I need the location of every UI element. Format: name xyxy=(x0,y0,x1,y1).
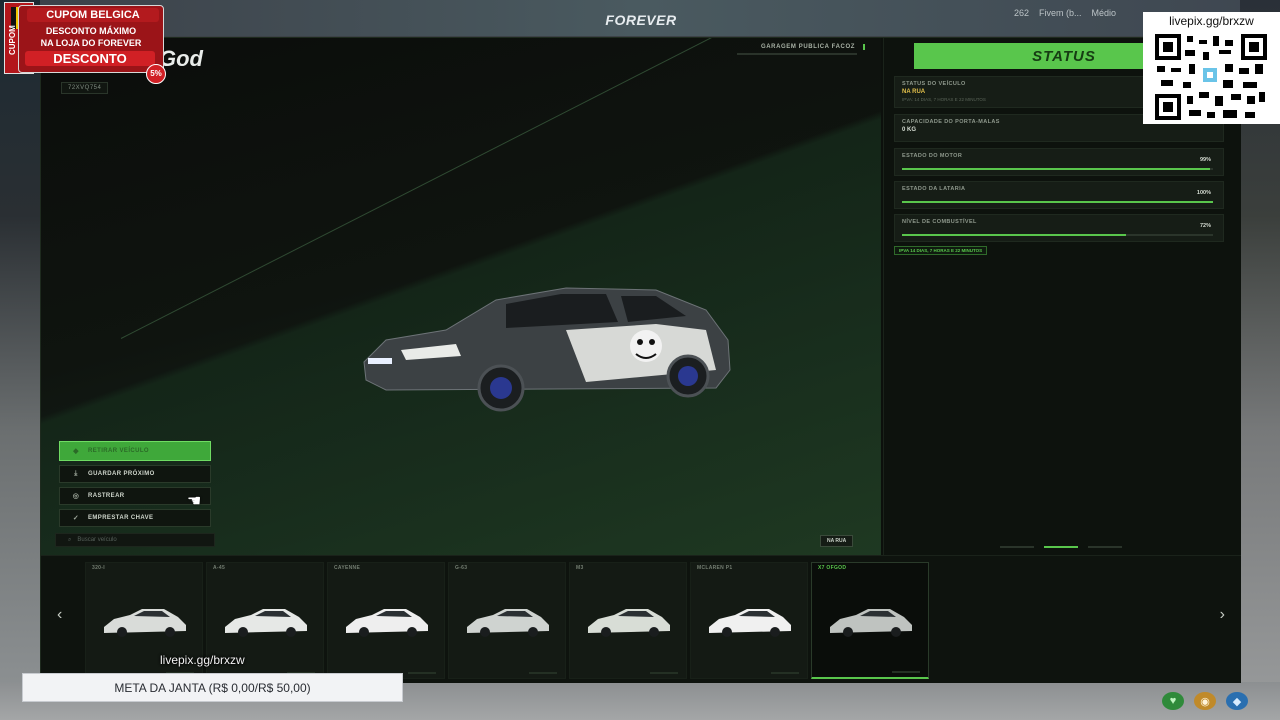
body-bar-fill xyxy=(902,201,1213,203)
card-label: ESTADO DA LATARIA xyxy=(902,186,966,192)
vehicle-card-bar xyxy=(408,672,436,674)
vehicle-card[interactable]: MCLAREN P1 xyxy=(690,562,808,679)
engine-state-card: ESTADO DO MOTOR 99% xyxy=(894,148,1224,176)
qr-panel: livepix.gg/brxzw xyxy=(1143,12,1280,124)
card-label: ESTADO DO MOTOR xyxy=(902,153,963,159)
hud-status-icons: ♥ ◉ ◆ xyxy=(1162,692,1248,710)
brand-title: God xyxy=(159,46,203,71)
ping-label: Médio xyxy=(1091,8,1117,18)
livepix-watermark: livepix.gg/brxzw xyxy=(160,653,245,667)
server-logo: FOREVER xyxy=(605,12,677,28)
hand-pointer-icon: ☚ xyxy=(187,493,202,510)
vehicle-thumbnail xyxy=(467,609,549,637)
store-nearest-button[interactable]: ⤓ GUARDAR PRÓXIMO xyxy=(59,465,211,483)
vehicle-card[interactable]: G-63 xyxy=(448,562,566,679)
body-state-card: ESTADO DA LATARIA 100% xyxy=(894,181,1224,209)
action-label: GUARDAR PRÓXIMO xyxy=(88,471,155,477)
vehicle-card-bar xyxy=(529,672,557,674)
search-placeholder: Buscar veículo xyxy=(77,537,117,543)
card-label: NÍVEL DE COMBUSTÍVEL xyxy=(902,219,977,225)
vehicle-card-bar xyxy=(771,672,799,674)
vehicle-thumbnail xyxy=(709,609,791,637)
engine-bar xyxy=(902,168,1213,170)
fuel-percent: 72% xyxy=(1199,223,1211,229)
thirst-icon: ◆ xyxy=(1226,692,1248,710)
qr-code-icon xyxy=(1155,34,1267,120)
vehicle-thumbnail xyxy=(588,609,670,637)
qr-label: livepix.gg/brxzw xyxy=(1169,14,1254,28)
engine-percent: 99% xyxy=(1199,157,1211,163)
vehicle-card[interactable]: CAYENNE xyxy=(327,562,445,679)
vehicle-thumbnail xyxy=(346,609,428,637)
hunger-icon: ◉ xyxy=(1194,692,1216,710)
promo-box: CUPOM BELGICA DESCONTO MÁXIMO NA LOJA DO… xyxy=(18,5,164,73)
promo-cta: DESCONTO xyxy=(25,51,155,66)
vehicle-viewport[interactable]: God 72XVQ754 GARAGEM PUBLICA FACOZ ◆ RET… xyxy=(41,38,881,555)
vehicle-card-bar xyxy=(650,672,678,674)
hud-top: 262 Fivem (b... Médio xyxy=(1014,8,1116,18)
action-label: RASTREAR xyxy=(88,493,125,499)
action-label: EMPRESTAR CHAVE xyxy=(88,515,154,521)
car-out-icon: ◆ xyxy=(73,448,79,455)
server-name: Fivem (b... xyxy=(1039,8,1082,18)
target-icon: ◎ xyxy=(72,493,80,500)
pager-dot[interactable] xyxy=(1088,546,1122,548)
action-list: ◆ RETIRAR VEÍCULO ⤓ GUARDAR PRÓXIMO ◎ RA… xyxy=(59,441,211,531)
engine-bar-fill xyxy=(902,168,1210,170)
status-pager xyxy=(1000,546,1122,548)
promo-title: CUPOM BELGICA xyxy=(27,8,159,22)
promo-side-label: CUPOM xyxy=(8,25,17,55)
garage-window: God 72XVQ754 GARAGEM PUBLICA FACOZ ◆ RET… xyxy=(40,37,1241,683)
ipva-badge: IPVA 14 DIAS, 7 HORAS E 22 MINUTOS xyxy=(894,246,988,255)
download-icon: ⤓ xyxy=(74,470,78,477)
vehicle-name: A-45 xyxy=(213,565,226,571)
key-icon: ✓ xyxy=(72,515,80,522)
retrieve-vehicle-button[interactable]: ◆ RETIRAR VEÍCULO xyxy=(59,441,211,461)
vehicle-name: X7 OFGOD xyxy=(818,565,847,571)
promo-line-3: NA LOJA DO FOREVER xyxy=(40,38,142,48)
donation-goal-bar: META DA JANTA (R$ 0,00/R$ 50,00) xyxy=(22,673,403,702)
health-icon: ♥ xyxy=(1162,692,1184,710)
vehicle-name: MCLAREN P1 xyxy=(697,565,733,571)
lend-key-button[interactable]: ✓ EMPRESTAR CHAVE xyxy=(59,509,211,527)
fuel-bar xyxy=(902,234,1213,236)
plate-tag: 72XVQ754 xyxy=(61,82,109,94)
promo-badge: 5% xyxy=(146,64,166,84)
vehicle-model xyxy=(363,287,731,412)
game-world-left xyxy=(0,0,40,720)
vehicle-card[interactable]: X7 OFGOD xyxy=(811,562,929,679)
garage-name: GARAGEM PUBLICA FACOZ xyxy=(761,44,865,50)
vehicle-thumbnail xyxy=(830,609,912,637)
vehicle-name: CAYENNE xyxy=(334,565,361,571)
location-tag: NA RUA xyxy=(820,535,854,547)
chevron-right-icon[interactable]: › xyxy=(1220,606,1225,624)
vehicle-search-input[interactable]: ⌕ Buscar veículo xyxy=(55,533,215,547)
trunk-capacity-value: 0 KG xyxy=(902,127,917,133)
promo-line-2: DESCONTO MÁXIMO xyxy=(45,26,137,36)
pager-dot[interactable] xyxy=(1000,546,1034,548)
vehicle-name: G-63 xyxy=(455,565,468,571)
garage-name-underline xyxy=(737,53,857,55)
fuel-bar-fill xyxy=(902,234,1126,236)
pager-dot-active[interactable] xyxy=(1044,546,1078,548)
body-bar xyxy=(902,201,1213,203)
fuel-level-card: NÍVEL DE COMBUSTÍVEL 72% xyxy=(894,214,1224,242)
vehicle-name: 320-I xyxy=(92,565,105,571)
chevron-left-icon[interactable]: ‹ xyxy=(57,606,62,624)
search-icon: ⌕ xyxy=(68,536,72,543)
vehicle-name: M3 xyxy=(576,565,584,571)
vehicle-thumbnail xyxy=(104,609,186,637)
promo-banner: CUPOM CUPOM BELGICA DESCONTO MÁXIMO NA L… xyxy=(4,2,166,84)
body-percent: 100% xyxy=(1196,190,1211,196)
vehicle-thumbnail xyxy=(225,609,307,637)
player-count: 262 xyxy=(1014,8,1030,18)
action-label: RETIRAR VEÍCULO xyxy=(88,448,150,454)
vehicle-card-bar xyxy=(892,671,920,673)
vehicle-card[interactable]: M3 xyxy=(569,562,687,679)
